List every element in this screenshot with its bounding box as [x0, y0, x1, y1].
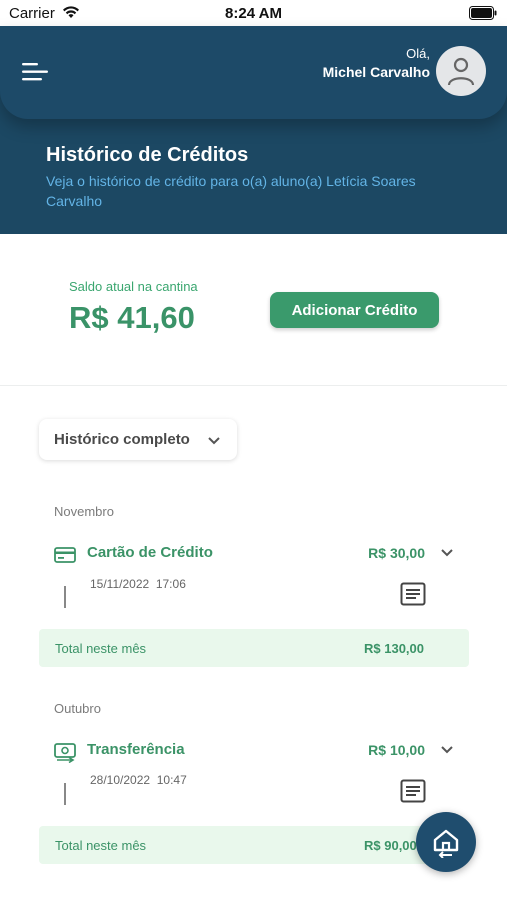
month-label-october: Outubro: [54, 701, 101, 716]
month-total-bar: Total neste mês R$ 130,00: [39, 629, 469, 667]
transaction-amount: R$ 10,00: [368, 742, 425, 758]
user-name: Michel Carvalho: [322, 64, 430, 80]
user-icon: [447, 57, 475, 86]
home-button[interactable]: [416, 812, 476, 872]
total-label: Total neste mês: [55, 641, 147, 656]
status-bar: Carrier 8:24 AM: [0, 0, 507, 26]
balance-value: R$ 41,60: [69, 300, 195, 335]
balance-section: Saldo atual na cantina R$ 41,60 Adiciona…: [0, 234, 507, 386]
money-transfer-icon: [54, 743, 76, 768]
receipt-icon[interactable]: [400, 582, 426, 611]
avatar[interactable]: [436, 46, 486, 96]
filter-selected-value: Histórico completo: [54, 431, 190, 448]
hamburger-menu-icon: [22, 63, 48, 81]
month-label-november: Novembro: [54, 504, 114, 519]
page-header: Olá, Michel Carvalho Histórico de Crédit…: [0, 26, 507, 234]
history-filter-dropdown[interactable]: Histórico completo: [39, 419, 237, 460]
transaction-type: Transferência: [87, 741, 185, 758]
user-greeting: Olá, Michel Carvalho: [323, 46, 430, 80]
month-label-partial: [54, 894, 84, 900]
transaction-datetime: 28/10/2022 10:47: [90, 773, 187, 787]
timeline-connector: [64, 586, 66, 608]
transaction-type: Cartão de Crédito: [87, 544, 213, 561]
add-credit-button[interactable]: Adicionar Crédito: [270, 292, 439, 328]
total-value: R$ 130,00: [364, 641, 424, 656]
status-time: 8:24 AM: [225, 5, 282, 22]
timeline-connector: [64, 783, 66, 805]
greeting-text: Olá,: [406, 46, 430, 61]
home-return-icon: [433, 829, 459, 858]
receipt-icon[interactable]: [400, 779, 426, 808]
page-title: Histórico de Créditos: [46, 144, 249, 166]
total-label: Total neste mês: [55, 838, 147, 853]
balance-label: Saldo atual na cantina: [69, 279, 198, 294]
month-total-bar: Total neste mês R$ 90,00: [39, 826, 469, 864]
transaction-datetime: 15/11/2022 17:06: [90, 577, 186, 591]
battery-icon: [469, 6, 497, 25]
menu-button[interactable]: [20, 61, 50, 83]
credit-card-icon: [54, 547, 76, 568]
chevron-down-icon: [207, 433, 221, 451]
page-subtitle: Veja o histórico de crédito para o(a) al…: [46, 173, 416, 209]
chevron-down-icon[interactable]: [440, 742, 454, 760]
transaction-amount: R$ 30,00: [368, 545, 425, 561]
chevron-down-icon[interactable]: [440, 545, 454, 563]
top-app-bar: Olá, Michel Carvalho: [0, 26, 507, 119]
total-value: R$ 90,00: [364, 838, 417, 853]
